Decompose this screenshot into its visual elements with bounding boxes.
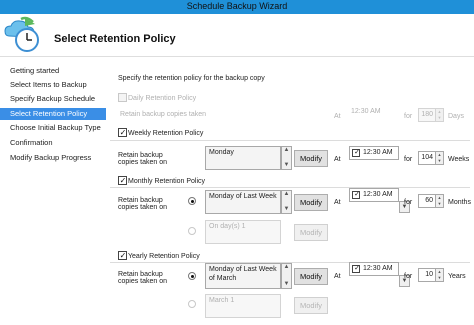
nav-item-backup-schedule[interactable]: Specify Backup Schedule [0,93,106,105]
yearly-weekday-scrollbar[interactable]: ▲ ▼ [281,263,292,289]
weekly-count-spinner[interactable]: ▲ ▼ [436,151,444,165]
nav-item-modify-backup-progress[interactable]: Modify Backup Progress [0,152,106,164]
weekly-modify-button[interactable]: Modify [294,150,328,167]
yearly-count-spinner[interactable]: ▲ ▼ [436,268,444,282]
yearly-time-value: 12:30 AM [363,265,393,272]
daily-at-label: At [334,113,341,120]
monthly-weekday-scrollbar[interactable]: ▲ ▼ [281,190,292,214]
yearly-count-input[interactable]: 10 [418,268,436,282]
yearly-date-modify-button[interactable]: Modify [294,297,328,314]
window-title: Schedule Backup Wizard [186,1,288,11]
page-title: Select Retention Policy [54,33,176,45]
nav-item-retention-policy[interactable]: Select Retention Policy [0,108,106,120]
monthly-retain-label-2: copies taken on [118,204,168,211]
weekly-for-label: for [404,156,413,163]
monthly-days-modify-button[interactable]: Modify [294,224,328,241]
weekly-time-field[interactable]: ✓ 12:30 AM [349,146,399,160]
daily-count-spinner[interactable]: ▲ ▼ [436,108,444,122]
weekly-time-checkbox[interactable]: ✓ [352,149,360,157]
yearly-date-radio[interactable] [188,300,196,308]
yearly-retain-label-2: copies taken on [118,278,168,285]
weekly-days-field[interactable]: Monday [205,146,281,170]
yearly-label: Yearly Retention Policy [128,253,200,260]
daily-for-label: for [404,113,413,120]
nav-item-select-items[interactable]: Select Items to Backup [0,79,106,91]
nav-item-getting-started[interactable]: Getting started [0,65,106,77]
monthly-weekday-radio[interactable] [188,197,196,205]
yearly-date-field[interactable]: March 1 [205,294,281,318]
weekly-group-divider [110,140,470,141]
yearly-time-field[interactable]: ✓ 12:30 AM [349,262,399,276]
monthly-at-label: At [334,199,341,206]
yearly-time-checkbox[interactable]: ✓ [352,265,360,273]
monthly-checkbox[interactable]: ✓ [118,176,127,185]
weekly-days-scrollbar[interactable]: ▲ ▼ [281,146,292,170]
yearly-weekday-line-1: Monday of Last Week [209,266,277,273]
yearly-at-label: At [334,273,341,280]
yearly-for-label: for [404,273,413,280]
monthly-time-checkbox[interactable]: ✓ [352,191,360,199]
weekly-count-input[interactable]: 104 [418,151,436,165]
monthly-label: Monthly Retention Policy [128,178,206,185]
yearly-modify-button[interactable]: Modify [294,268,328,285]
yearly-unit-label: Years [448,273,466,280]
intro-text: Specify the retention policy for the bac… [118,75,265,82]
weekly-retain-label-2: copies taken on [118,159,168,166]
monthly-time-value: 12:30 AM [363,191,393,198]
nav-item-confirmation[interactable]: Confirmation [0,137,106,149]
yearly-weekday-field[interactable]: Monday of Last Week of March [205,263,281,289]
daily-retain-label: Retain backup copies taken [120,111,206,118]
backup-clock-icon [3,16,43,54]
monthly-count-spinner[interactable]: ▲ ▼ [436,194,444,208]
weekly-at-label: At [334,156,341,163]
daily-label: Daily Retention Policy [128,95,197,102]
yearly-checkbox[interactable]: ✓ [118,251,127,260]
daily-count-input[interactable]: 180 [418,108,436,122]
monthly-days-field[interactable]: On day(s) 1 [205,220,281,244]
monthly-unit-label: Months [448,199,471,206]
monthly-time-field[interactable]: ✓ 12:30 AM [349,188,399,202]
yearly-weekday-line-2: of March [209,275,237,282]
nav-item-initial-backup-type[interactable]: Choose Initial Backup Type [0,122,106,134]
monthly-days-radio[interactable] [188,227,196,235]
weekly-time-value: 12:30 AM [363,149,393,156]
monthly-group-divider [110,187,470,188]
yearly-weekday-radio[interactable] [188,272,196,280]
daily-checkbox[interactable] [118,93,127,102]
daily-time-field[interactable]: 12:30 AM [349,106,399,120]
wizard-steps-nav: Getting started Select Items to Backup S… [0,58,106,325]
weekly-unit-label: Weeks [448,156,470,163]
weekly-checkbox[interactable]: ✓ [118,128,127,137]
monthly-for-label: for [404,199,413,206]
daily-unit-label: Days [448,113,464,120]
monthly-count-input[interactable]: 60 [418,194,436,208]
weekly-label: Weekly Retention Policy [128,130,204,137]
monthly-modify-button[interactable]: Modify [294,194,328,211]
monthly-weekday-field[interactable]: Monday of Last Week [205,190,281,214]
